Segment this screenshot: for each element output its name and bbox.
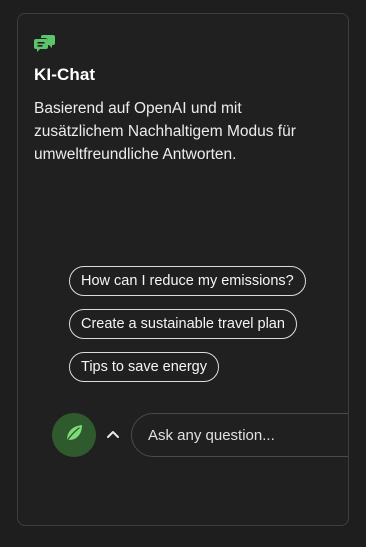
page: KI-Chat Basierend auf OpenAI und mit zus… bbox=[0, 0, 366, 547]
question-input-wrapper bbox=[131, 413, 348, 457]
suggestion-list: How can I reduce my emissions? Create a … bbox=[69, 266, 306, 395]
chat-bubbles-icon bbox=[34, 33, 56, 53]
card-description: Basierend auf OpenAI und mit zusätzliche… bbox=[34, 100, 296, 163]
suggestion-chip-reduce-emissions[interactable]: How can I reduce my emissions? bbox=[69, 266, 306, 296]
expand-suggestions-button[interactable] bbox=[104, 424, 122, 446]
sustainable-mode-button[interactable] bbox=[52, 413, 96, 457]
ki-chat-card: KI-Chat Basierend auf OpenAI und mit zus… bbox=[17, 13, 349, 526]
card-title: KI-Chat bbox=[34, 65, 96, 84]
suggestion-chip-travel-plan[interactable]: Create a sustainable travel plan bbox=[69, 309, 297, 339]
chevron-up-icon bbox=[106, 426, 120, 444]
question-input[interactable] bbox=[148, 414, 348, 456]
leaf-icon bbox=[63, 422, 85, 449]
suggestion-chip-save-energy[interactable]: Tips to save energy bbox=[69, 352, 219, 382]
